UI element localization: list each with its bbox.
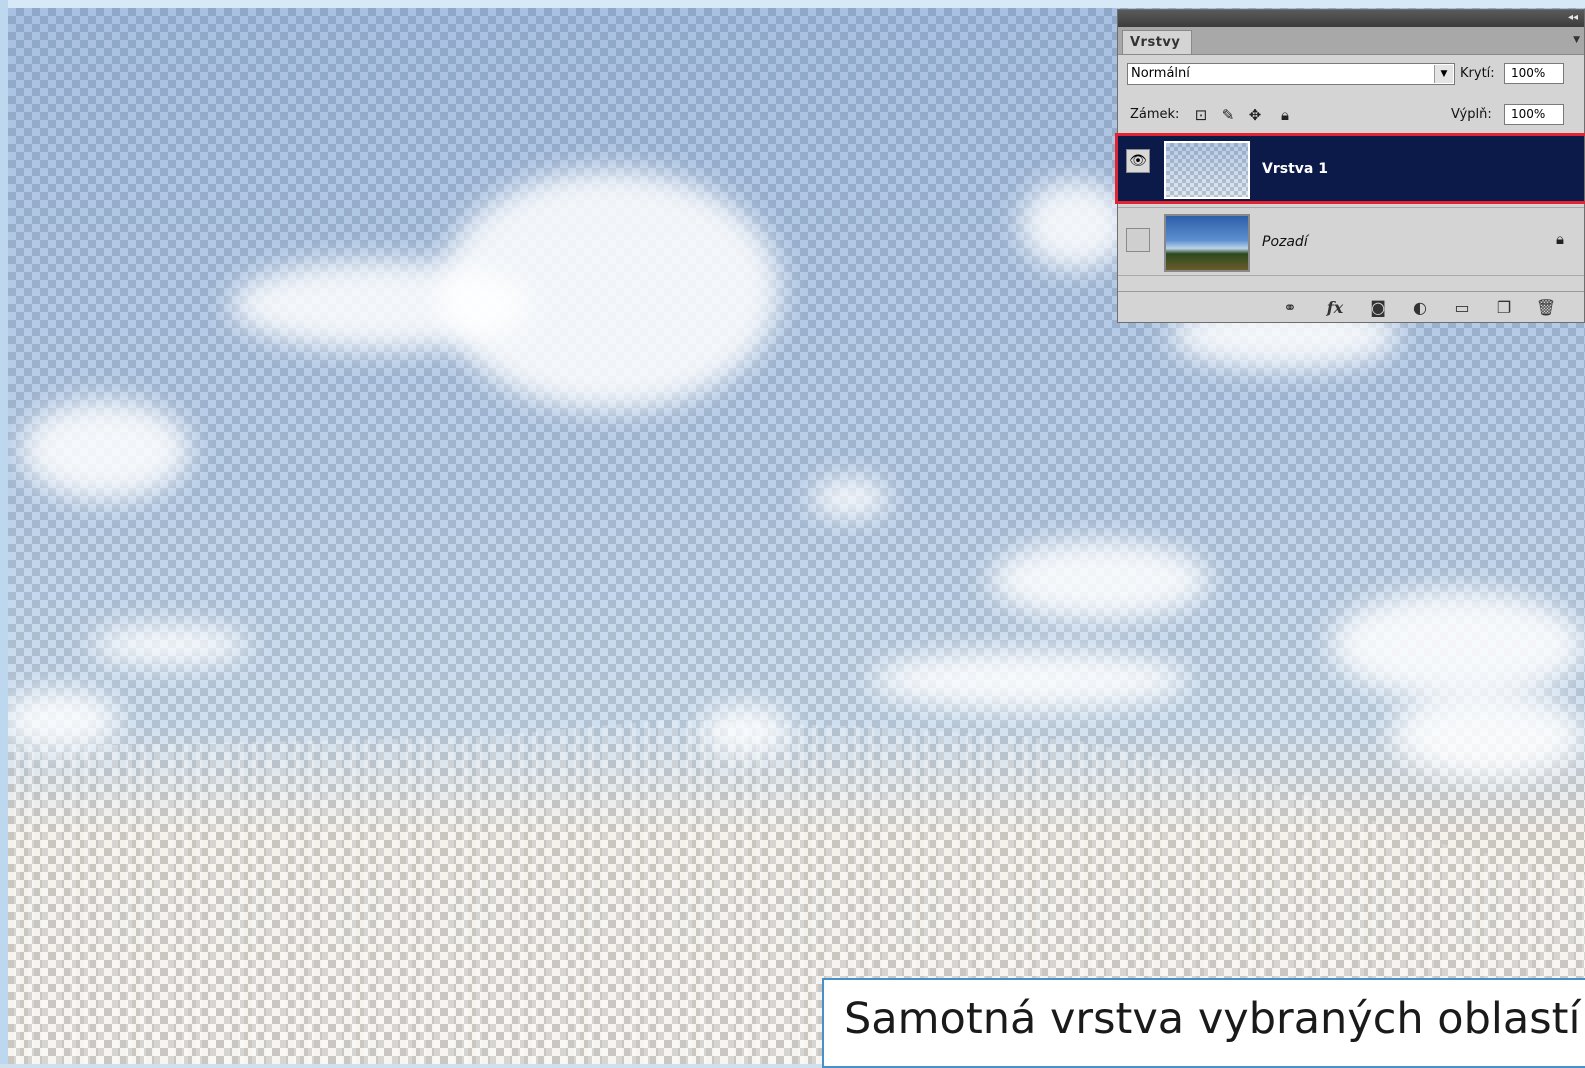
layers-panel: ◂◂ Vrstvy ▼ Normální ▼ Krytí: 100% Zámek… bbox=[1117, 9, 1585, 323]
cloud bbox=[1330, 590, 1585, 700]
panel-tab-row: Vrstvy ▼ bbox=[1118, 27, 1584, 55]
layer-name[interactable]: Vrstva 1 bbox=[1262, 161, 1328, 177]
cloud bbox=[1020, 180, 1130, 270]
lock-label: Zámek: bbox=[1130, 107, 1180, 122]
fill-label: Výplň: bbox=[1451, 107, 1492, 122]
link-icon[interactable]: ⚭ bbox=[1278, 298, 1302, 317]
opacity-input[interactable]: 100% bbox=[1504, 63, 1564, 84]
lock-pixels-brush-icon[interactable]: ✎ bbox=[1219, 106, 1237, 124]
panel-menu-icon[interactable]: ▼ bbox=[1573, 35, 1580, 45]
eye-icon[interactable]: 👁︎ bbox=[1126, 149, 1150, 173]
chevron-down-icon[interactable]: ▼ bbox=[1434, 65, 1453, 83]
cloud bbox=[90, 625, 250, 665]
caption-box: Samotná vrstva vybraných oblastí bbox=[822, 978, 1585, 1068]
layer-row-vrstva-1[interactable]: 👁︎ Vrstva 1 bbox=[1118, 135, 1584, 204]
layer-thumbnail bbox=[1164, 214, 1250, 272]
canvas-top-edge bbox=[0, 0, 1585, 8]
fill-input[interactable]: 100% bbox=[1504, 104, 1564, 125]
panel-footer: ⚭ fx ◙ ◐ ▭ ❐ 🗑︎ bbox=[1118, 291, 1584, 322]
cloud bbox=[990, 540, 1210, 620]
lock-transparency-icon[interactable]: ⊡ bbox=[1192, 106, 1210, 124]
cloud bbox=[0, 690, 120, 750]
panel-titlebar[interactable]: ◂◂ bbox=[1118, 10, 1584, 27]
new-layer-icon[interactable]: ❐ bbox=[1492, 298, 1516, 317]
opacity-label: Krytí: bbox=[1460, 66, 1495, 81]
folder-icon[interactable]: ▭ bbox=[1450, 298, 1474, 317]
layer-name[interactable]: Pozadí bbox=[1262, 234, 1308, 250]
lock-position-move-icon[interactable]: ✥ bbox=[1246, 106, 1264, 124]
blend-mode-value: Normální bbox=[1131, 66, 1190, 81]
cloud bbox=[1390, 690, 1585, 780]
cloud bbox=[870, 650, 1190, 710]
fx-icon[interactable]: fx bbox=[1323, 298, 1347, 317]
lock-icon: 🔒︎ bbox=[1556, 230, 1564, 248]
cloud bbox=[810, 478, 890, 518]
caption-text: Samotná vrstva vybraných oblastí bbox=[844, 994, 1581, 1044]
blend-mode-select[interactable]: Normální ▼ bbox=[1127, 63, 1455, 85]
layer-thumbnail bbox=[1164, 141, 1250, 199]
collapse-icon[interactable]: ◂◂ bbox=[1568, 12, 1578, 23]
canvas-left-edge bbox=[0, 0, 8, 1064]
trash-icon[interactable]: 🗑︎ bbox=[1534, 298, 1558, 317]
mask-icon[interactable]: ◙ bbox=[1366, 298, 1390, 317]
visibility-toggle-empty[interactable] bbox=[1126, 228, 1150, 252]
lock-all-icon[interactable]: 🔒︎ bbox=[1276, 106, 1294, 124]
layer-row-background[interactable]: Pozadí 🔒︎ bbox=[1118, 207, 1584, 276]
cloud bbox=[20, 400, 190, 500]
cloud bbox=[440, 170, 780, 410]
adjustment-icon[interactable]: ◐ bbox=[1408, 298, 1432, 317]
tab-layers[interactable]: Vrstvy bbox=[1122, 30, 1192, 54]
